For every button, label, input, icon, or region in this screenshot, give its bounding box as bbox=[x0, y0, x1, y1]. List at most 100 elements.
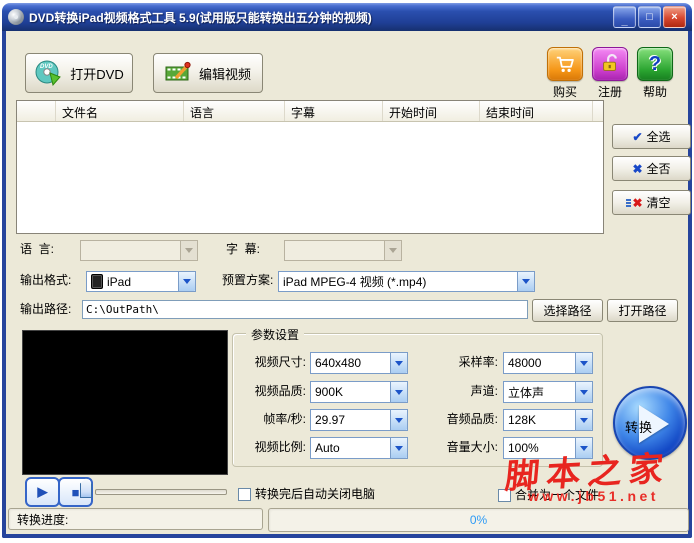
app-window: DVD转换iPad视频格式工具 5.9(试用版只能转换出五分钟的视频) _ □ … bbox=[2, 3, 692, 538]
edit-video-icon bbox=[165, 61, 191, 81]
open-dvd-button[interactable]: DVD 打开DVD bbox=[25, 53, 133, 93]
open-path-button[interactable]: 打开路径 bbox=[607, 299, 678, 322]
preset-combo[interactable]: iPad MPEG-4 视频 (*.mp4) bbox=[278, 271, 535, 292]
video-preview[interactable] bbox=[22, 330, 228, 475]
column-end-time[interactable]: 结束时间 bbox=[480, 101, 593, 121]
select-all-button[interactable]: ✔ 全选 bbox=[612, 124, 691, 149]
help-button[interactable]: ? 帮助 bbox=[635, 47, 675, 100]
chevron-down-icon[interactable] bbox=[575, 410, 592, 430]
clear-label: 清空 bbox=[646, 196, 671, 210]
column-language[interactable]: 语言 bbox=[184, 101, 285, 121]
output-format-label: 输出格式: bbox=[20, 273, 72, 287]
select-none-button[interactable]: ✖ 全否 bbox=[612, 156, 691, 181]
frame-rate-combo[interactable]: 29.97 bbox=[310, 409, 408, 431]
chevron-down-icon[interactable] bbox=[390, 438, 407, 458]
output-format-combo[interactable]: iPad bbox=[86, 271, 196, 292]
chevron-down-icon[interactable] bbox=[517, 272, 534, 291]
progress-value: 0% bbox=[469, 513, 488, 527]
svg-text:DVD: DVD bbox=[40, 64, 53, 70]
window-title: DVD转换iPad视频格式工具 5.9(试用版只能转换出五分钟的视频) bbox=[29, 10, 372, 25]
frame-rate-label: 帧率/秒: bbox=[263, 412, 306, 426]
aspect-ratio-combo[interactable]: Auto bbox=[310, 437, 408, 459]
params-group-title: 参数设置 bbox=[246, 326, 305, 343]
progress-label-panel: 转换进度: bbox=[8, 508, 263, 530]
dvd-disc-icon: DVD bbox=[35, 60, 62, 87]
buy-label: 购买 bbox=[552, 85, 577, 99]
channels-label: 声道: bbox=[470, 384, 498, 398]
clear-list-icon: ✖ bbox=[626, 195, 643, 210]
output-path-label: 输出路径: bbox=[20, 302, 72, 316]
language-combo[interactable] bbox=[80, 240, 198, 261]
output-path-input[interactable] bbox=[82, 300, 528, 319]
chevron-down-icon[interactable] bbox=[575, 438, 592, 458]
choose-path-button[interactable]: 选择路径 bbox=[532, 299, 603, 322]
chevron-down-icon[interactable] bbox=[384, 241, 401, 260]
stop-icon: ■ bbox=[71, 484, 80, 500]
chevron-down-icon[interactable] bbox=[575, 382, 592, 402]
preset-label: 预置方案: bbox=[222, 273, 274, 287]
ipad-device-icon bbox=[91, 274, 103, 289]
convert-label: 转换 bbox=[625, 420, 654, 435]
app-icon bbox=[8, 9, 24, 25]
convert-button[interactable]: 转换 bbox=[613, 386, 687, 460]
choose-path-label: 选择路径 bbox=[543, 304, 592, 318]
minimize-button[interactable]: _ bbox=[613, 6, 636, 28]
file-list[interactable]: 文件名 语言 字幕 开始时间 结束时间 bbox=[16, 100, 604, 234]
column-checkbox[interactable] bbox=[17, 101, 56, 121]
chevron-down-icon[interactable] bbox=[575, 353, 592, 373]
subtitle-label: 字 幕: bbox=[226, 242, 261, 256]
clear-button[interactable]: ✖ 清空 bbox=[612, 190, 691, 215]
file-list-header: 文件名 语言 字幕 开始时间 结束时间 bbox=[17, 101, 603, 122]
column-start-time[interactable]: 开始时间 bbox=[383, 101, 480, 121]
select-all-label: 全选 bbox=[646, 130, 671, 144]
video-size-label: 视频尺寸: bbox=[254, 355, 306, 369]
sample-rate-label: 采样率: bbox=[458, 355, 498, 369]
audio-quality-label: 音频品质: bbox=[446, 412, 498, 426]
help-label: 帮助 bbox=[642, 85, 667, 99]
progress-bar: 0% bbox=[268, 508, 689, 532]
register-label: 注册 bbox=[597, 85, 622, 99]
chevron-down-icon[interactable] bbox=[390, 382, 407, 402]
maximize-button[interactable]: □ bbox=[638, 6, 661, 28]
progress-label: 转换进度: bbox=[17, 512, 69, 527]
close-button[interactable]: × bbox=[663, 6, 686, 28]
shopping-cart-icon bbox=[547, 47, 583, 81]
lock-icon bbox=[592, 47, 628, 81]
buy-button[interactable]: 购买 bbox=[545, 47, 585, 100]
audio-quality-combo[interactable]: 128K bbox=[503, 409, 593, 431]
toolbar-right-icons: 购买 注册 ? 帮助 bbox=[545, 47, 675, 100]
open-dvd-label: 打开DVD bbox=[70, 66, 124, 82]
client-area: DVD 打开DVD 编辑视频 购买 注册 ? 帮助 文件名 语言 字幕 开始时间… bbox=[2, 31, 692, 538]
sample-rate-combo[interactable]: 48000 bbox=[503, 352, 593, 374]
chevron-down-icon[interactable] bbox=[390, 353, 407, 373]
column-subtitle[interactable]: 字幕 bbox=[285, 101, 383, 121]
chevron-down-icon[interactable] bbox=[180, 241, 197, 260]
channels-combo[interactable]: 立体声 bbox=[503, 381, 593, 403]
merge-files-label: 合并为一个文件 bbox=[515, 488, 600, 502]
edit-video-label: 编辑视频 bbox=[198, 66, 251, 82]
seek-slider-track[interactable] bbox=[95, 489, 227, 495]
question-mark-icon: ? bbox=[637, 47, 673, 81]
volume-combo[interactable]: 100% bbox=[503, 437, 593, 459]
merge-files-checkbox[interactable] bbox=[498, 489, 511, 502]
cross-icon: ✖ bbox=[632, 161, 643, 176]
chevron-down-icon[interactable] bbox=[390, 410, 407, 430]
shutdown-after-checkbox[interactable] bbox=[238, 488, 251, 501]
video-quality-combo[interactable]: 900K bbox=[310, 381, 408, 403]
column-filler bbox=[593, 101, 603, 121]
shutdown-after-label: 转换完后自动关闭电脑 bbox=[255, 487, 376, 501]
edit-video-button[interactable]: 编辑视频 bbox=[153, 53, 263, 93]
file-list-body[interactable] bbox=[17, 122, 603, 233]
select-none-label: 全否 bbox=[646, 162, 671, 176]
register-button[interactable]: 注册 bbox=[590, 47, 630, 100]
subtitle-combo[interactable] bbox=[284, 240, 402, 261]
chevron-down-icon[interactable] bbox=[178, 272, 195, 291]
title-bar[interactable]: DVD转换iPad视频格式工具 5.9(试用版只能转换出五分钟的视频) _ □ … bbox=[2, 3, 692, 31]
video-quality-label: 视频品质: bbox=[254, 384, 306, 398]
open-path-label: 打开路径 bbox=[618, 304, 667, 318]
video-size-combo[interactable]: 640x480 bbox=[310, 352, 408, 374]
play-button[interactable]: ▶ bbox=[25, 477, 60, 507]
column-filename[interactable]: 文件名 bbox=[56, 101, 184, 121]
volume-label: 音量大小: bbox=[446, 440, 498, 454]
output-format-value: iPad bbox=[107, 274, 132, 289]
